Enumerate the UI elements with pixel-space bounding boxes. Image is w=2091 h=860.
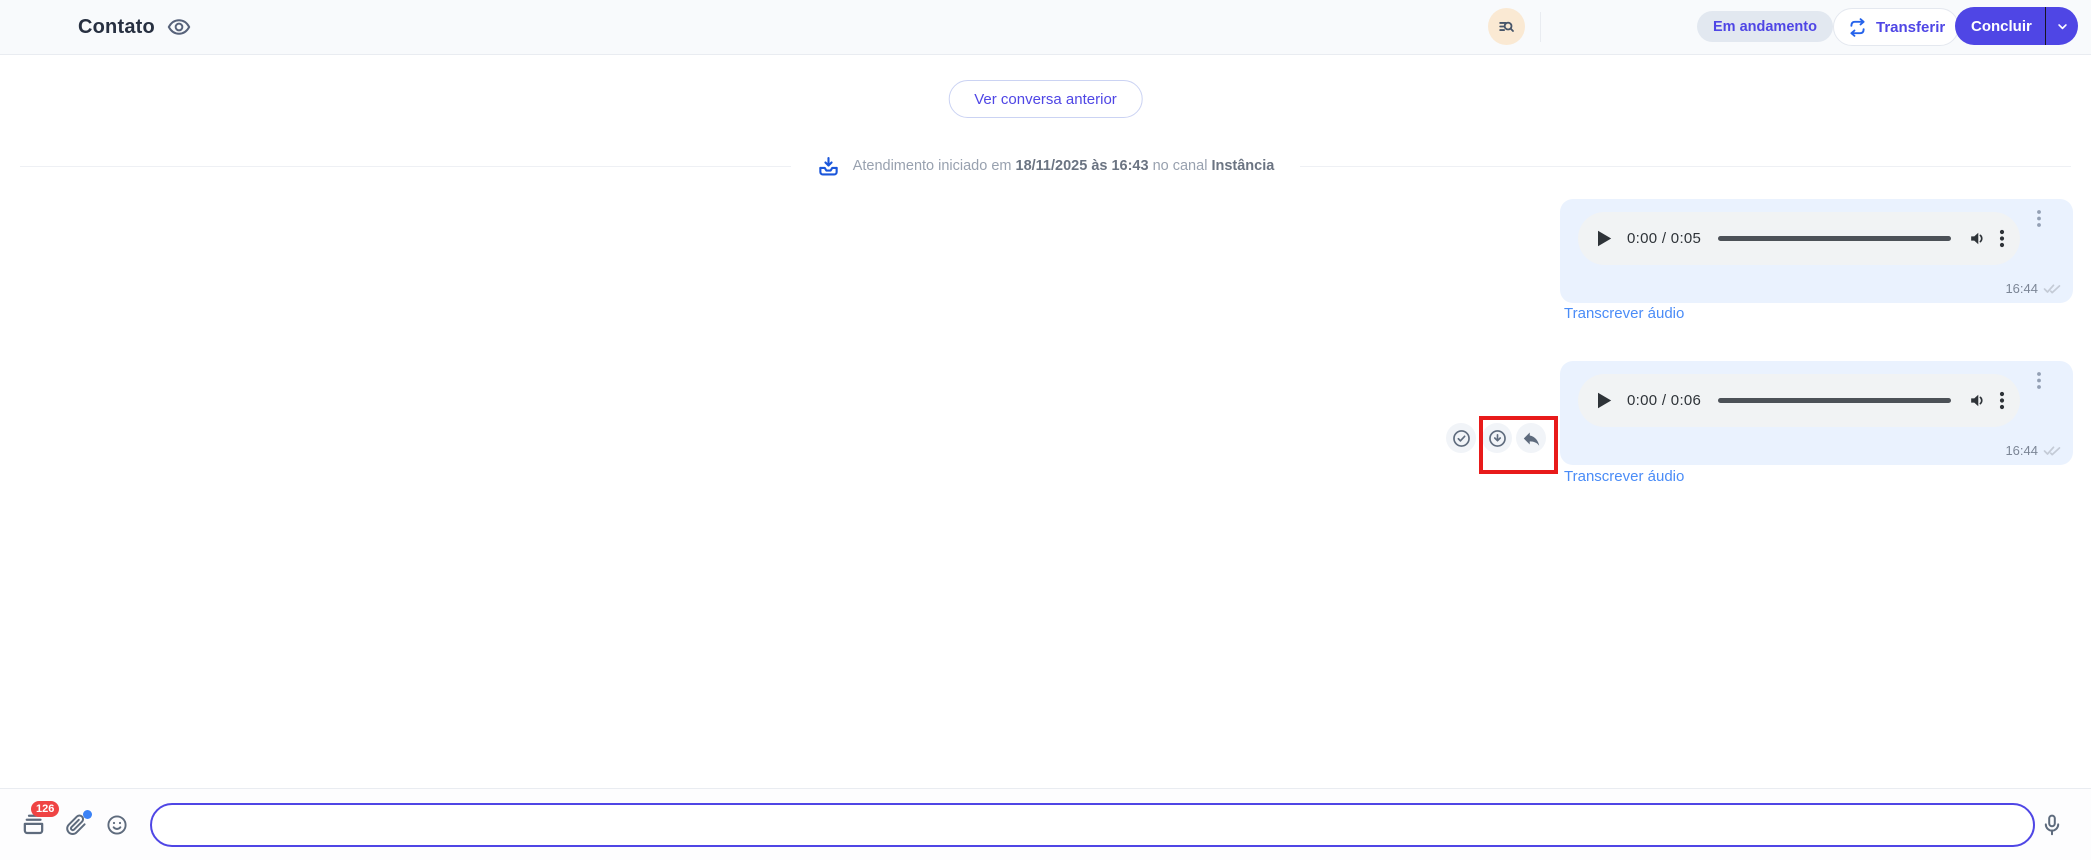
kebab-menu-icon[interactable]	[2035, 209, 2043, 228]
status-badge: Em andamento	[1697, 11, 1833, 42]
attachment-notification-dot	[83, 810, 92, 819]
check-circle-icon	[1451, 428, 1472, 449]
play-icon[interactable]	[1597, 230, 1612, 247]
divider-line-right	[1300, 166, 2071, 167]
audio-seek-track[interactable]	[1718, 236, 1951, 241]
inbox-download-icon	[817, 155, 840, 178]
quick-replies-button[interactable]: 126	[20, 811, 47, 838]
transfer-arrows-icon	[1847, 17, 1868, 38]
session-divider-content: Atendimento iniciado em 18/11/2025 às 16…	[817, 155, 1275, 178]
audio-message-bubble: 0:00 / 0:06 16:44	[1560, 361, 2073, 465]
session-divider-text: Atendimento iniciado em 18/11/2025 às 16…	[853, 158, 1275, 174]
session-divider: Atendimento iniciado em 18/11/2025 às 16…	[20, 155, 2071, 177]
message-timestamp: 16:44	[2005, 443, 2038, 458]
mic-icon	[2040, 813, 2064, 837]
kebab-menu-icon[interactable]	[2035, 371, 2043, 390]
double-check-icon	[2043, 444, 2061, 457]
audio-time: 0:00 / 0:06	[1627, 392, 1701, 409]
composer-bar: 126	[0, 788, 2091, 860]
audio-player: 0:00 / 0:05	[1578, 212, 2020, 265]
reply-button[interactable]	[1516, 423, 1546, 453]
search-conversation-button[interactable]	[1488, 8, 1525, 45]
composer-icons: 126	[20, 789, 129, 860]
volume-icon[interactable]	[1968, 391, 1987, 410]
emoji-icon	[105, 813, 129, 837]
search-list-icon	[1497, 17, 1516, 36]
conclude-button[interactable]: Concluir	[1955, 18, 2045, 35]
message-timestamp: 16:44	[2005, 281, 2038, 296]
chevron-down-icon	[2055, 19, 2070, 34]
message-meta: 16:44	[2005, 281, 2061, 296]
conclude-dropdown-button[interactable]	[2046, 7, 2078, 45]
transcribe-audio-link[interactable]: Transcrever áudio	[1564, 468, 1684, 485]
mark-resolved-button[interactable]	[1446, 423, 1476, 453]
download-audio-button[interactable]	[1482, 423, 1512, 453]
record-audio-button[interactable]	[2040, 813, 2064, 837]
play-icon[interactable]	[1597, 392, 1612, 409]
double-check-icon	[2043, 282, 2061, 295]
reply-icon	[1521, 428, 1542, 449]
quick-replies-count-badge: 126	[31, 801, 59, 817]
audio-time: 0:00 / 0:05	[1627, 230, 1701, 247]
kebab-menu-icon[interactable]	[1999, 391, 2005, 410]
kebab-menu-icon[interactable]	[1999, 229, 2005, 248]
topbar-divider	[1540, 12, 1541, 42]
topbar: Contato Em andamento Transferir	[0, 0, 2091, 55]
download-circle-icon	[1487, 428, 1508, 449]
page-title: Contato	[78, 16, 155, 39]
topbar-left: Contato	[78, 0, 192, 54]
attach-file-button[interactable]	[64, 813, 88, 837]
divider-line-left	[20, 166, 791, 167]
transfer-button-label: Transferir	[1876, 19, 1945, 36]
eye-icon[interactable]	[166, 14, 192, 40]
volume-icon[interactable]	[1968, 229, 1987, 248]
audio-player: 0:00 / 0:06	[1578, 374, 2020, 427]
transfer-button[interactable]: Transferir	[1833, 8, 1959, 46]
conclude-split-button: Concluir	[1955, 7, 2078, 45]
previous-conversation-button[interactable]: Ver conversa anterior	[948, 80, 1143, 118]
emoji-button[interactable]	[105, 813, 129, 837]
audio-message-bubble: 0:00 / 0:05 16:44	[1560, 199, 2073, 303]
message-input[interactable]	[150, 803, 2035, 847]
transcribe-audio-link[interactable]: Transcrever áudio	[1564, 305, 1684, 322]
audio-seek-track[interactable]	[1718, 398, 1951, 403]
message-meta: 16:44	[2005, 443, 2061, 458]
